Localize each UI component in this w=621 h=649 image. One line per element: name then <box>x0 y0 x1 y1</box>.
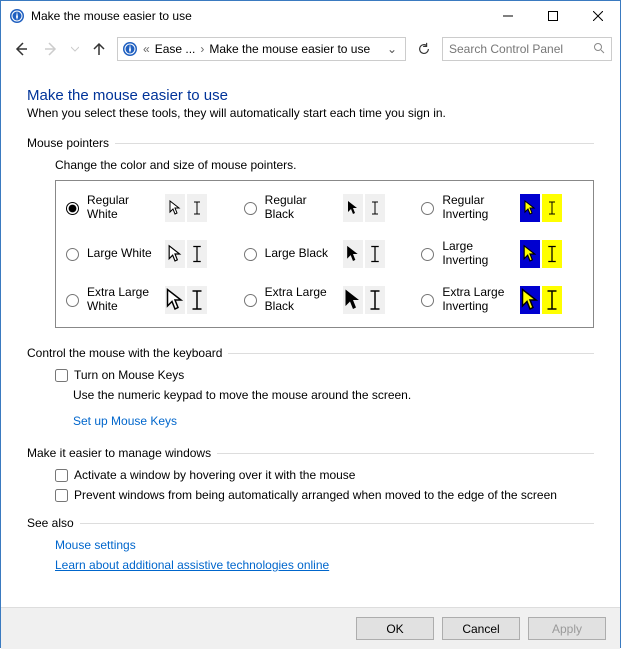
ease-of-access-icon <box>122 41 138 57</box>
navbar: « Ease ... › Make the mouse easier to us… <box>1 31 620 67</box>
radio-large-inverting[interactable]: Large Inverting <box>417 233 587 275</box>
mouse-keys-help: Use the numeric keypad to move the mouse… <box>73 388 594 402</box>
group-manage-windows: Make it easier to manage windows <box>27 446 594 460</box>
checkbox-activate-hover[interactable]: Activate a window by hovering over it wi… <box>55 468 594 482</box>
ease-of-access-icon <box>9 8 25 24</box>
breadcrumb-seg2[interactable]: Make the mouse easier to use <box>209 42 370 56</box>
close-button[interactable] <box>575 1 620 31</box>
refresh-button[interactable] <box>412 37 436 61</box>
checkbox-prevent-snap[interactable]: Prevent windows from being automatically… <box>55 488 594 502</box>
page-subtitle: When you select these tools, they will a… <box>27 106 594 120</box>
cancel-button[interactable]: Cancel <box>442 617 520 640</box>
radio-regular-inverting[interactable]: Regular Inverting <box>417 187 587 229</box>
ok-button[interactable]: OK <box>356 617 434 640</box>
mouse-pointers-desc: Change the color and size of mouse point… <box>55 158 594 172</box>
cursor-preview-icon <box>165 286 207 314</box>
cursor-preview-icon <box>343 194 385 222</box>
cursor-preview-icon <box>520 240 562 268</box>
cursor-preview-icon <box>520 286 562 314</box>
cursor-preview-icon <box>343 286 385 314</box>
link-assistive-technologies[interactable]: Learn about additional assistive technol… <box>55 558 594 572</box>
group-see-also: See also <box>27 516 594 530</box>
chevron-down-icon[interactable]: ⌄ <box>383 42 401 56</box>
radio-xl-black[interactable]: Extra Large Black <box>240 279 410 321</box>
back-button[interactable] <box>9 37 33 61</box>
pointer-scheme-box: Regular White Regular Black Regular Inve… <box>55 180 594 328</box>
cursor-preview-icon <box>343 240 385 268</box>
radio-regular-white[interactable]: Regular White <box>62 187 232 229</box>
content-pane: Make the mouse easier to use When you se… <box>1 67 620 607</box>
radio-large-white[interactable]: Large White <box>62 233 232 275</box>
minimize-button[interactable] <box>485 1 530 31</box>
search-placeholder: Search Control Panel <box>449 42 563 56</box>
radio-large-black[interactable]: Large Black <box>240 233 410 275</box>
maximize-button[interactable] <box>530 1 575 31</box>
up-button[interactable] <box>87 37 111 61</box>
recent-dropdown[interactable] <box>69 37 81 61</box>
cursor-preview-icon <box>520 194 562 222</box>
cursor-preview-icon <box>165 240 207 268</box>
search-input[interactable]: Search Control Panel <box>442 37 612 61</box>
cursor-preview-icon <box>165 194 207 222</box>
radio-xl-inverting[interactable]: Extra Large Inverting <box>417 279 587 321</box>
window-title: Make the mouse easier to use <box>31 9 485 23</box>
titlebar: Make the mouse easier to use <box>1 1 620 31</box>
page-title: Make the mouse easier to use <box>27 87 594 104</box>
checkbox-mouse-keys[interactable]: Turn on Mouse Keys <box>55 368 594 382</box>
link-mouse-settings[interactable]: Mouse settings <box>55 538 594 552</box>
footer: OK Cancel Apply <box>1 607 620 649</box>
group-keyboard-control: Control the mouse with the keyboard <box>27 346 594 360</box>
radio-regular-black[interactable]: Regular Black <box>240 187 410 229</box>
breadcrumb[interactable]: « Ease ... › Make the mouse easier to us… <box>117 37 406 61</box>
search-icon <box>593 42 605 57</box>
radio-xl-white[interactable]: Extra Large White <box>62 279 232 321</box>
breadcrumb-sep: « <box>141 42 152 56</box>
link-setup-mouse-keys[interactable]: Set up Mouse Keys <box>73 414 177 428</box>
chevron-right-icon: › <box>198 42 206 56</box>
breadcrumb-seg1[interactable]: Ease ... <box>155 42 196 56</box>
apply-button[interactable]: Apply <box>528 617 606 640</box>
group-mouse-pointers: Mouse pointers <box>27 136 594 150</box>
forward-button[interactable] <box>39 37 63 61</box>
